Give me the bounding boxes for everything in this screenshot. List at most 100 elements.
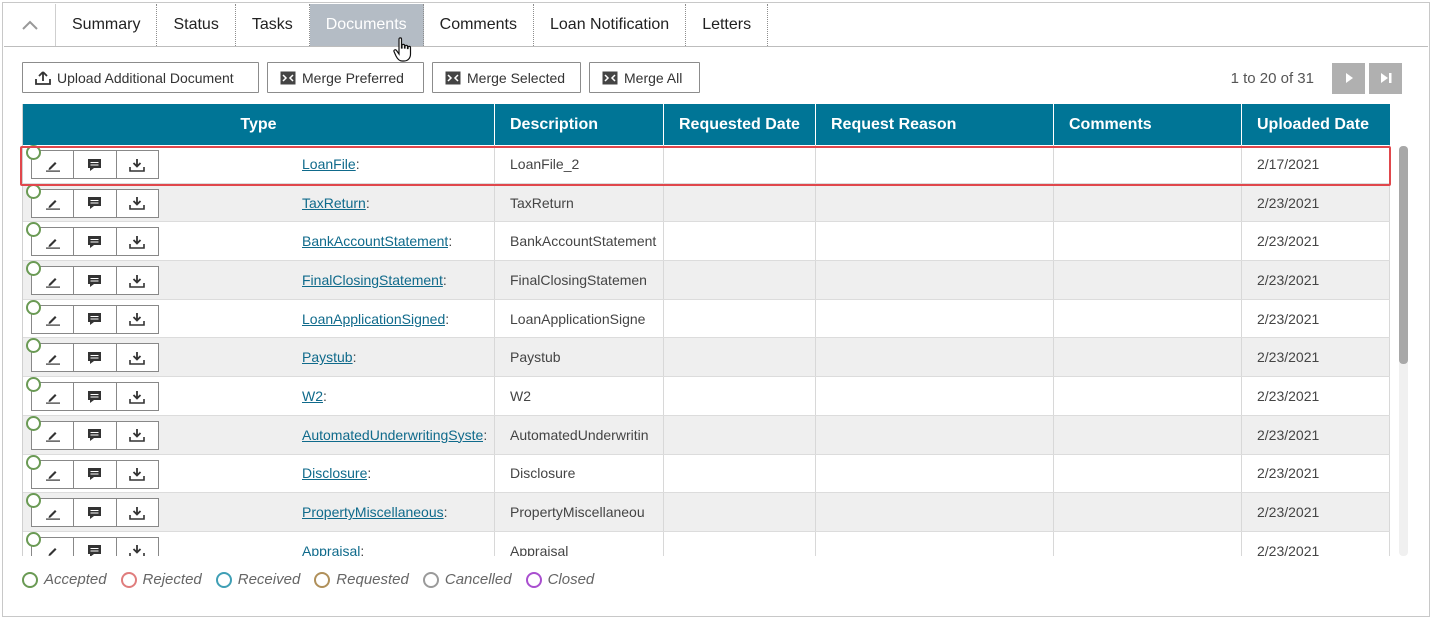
tab-status[interactable]: Status [157,4,236,46]
table-row[interactable]: AutomatedUnderwritingSyste: AutomatedUnde… [23,415,1390,455]
merge-preferred-button[interactable]: Merge Preferred [267,62,424,93]
row-action-group [31,536,159,556]
comment-button[interactable] [74,383,117,411]
request-reason-cell [816,183,1054,222]
upload-icon [35,70,51,85]
comment-button[interactable] [74,267,117,295]
next-page-button[interactable] [1332,62,1365,94]
document-type-link[interactable]: PropertyMiscellaneous [302,504,444,520]
download-button[interactable] [117,422,158,449]
comment-icon [74,428,115,442]
header-uploaded-date[interactable]: Uploaded Date [1242,104,1390,145]
merge-icon [280,71,296,85]
uploaded-date-cell: 2/23/2021 [1242,531,1390,556]
type-cell: LoanFile: [287,145,495,183]
table-row[interactable]: LoanApplicationSigned: LoanApplicationSig… [23,299,1390,339]
document-type-link[interactable]: Paystub [302,349,353,365]
request-reason-cell [816,377,1054,415]
download-button[interactable] [117,228,158,255]
comment-button[interactable] [74,151,117,178]
document-type-link[interactable]: FinalClosingStatement [302,272,443,288]
upload-document-button[interactable]: Upload Additional Document [22,62,259,93]
type-cell: W2: [287,377,495,415]
document-type-link[interactable]: LoanFile [302,156,356,172]
legend-item-rejected: Rejected [120,571,202,588]
header-type[interactable]: Type [23,104,495,145]
comment-button[interactable] [74,228,117,256]
download-button[interactable] [117,267,158,294]
header-request-reason[interactable]: Request Reason [816,104,1054,145]
comments-cell [1054,454,1242,493]
tab-comments[interactable]: Comments [424,4,534,46]
download-button[interactable] [117,383,158,410]
collapse-button[interactable] [4,4,56,46]
table-row[interactable]: FinalClosingStatement: FinalClosingStatem… [23,261,1390,300]
table-row[interactable]: BankAccountStatement: BankAccountStatemen… [23,222,1390,262]
table-row[interactable]: LoanFile: LoanFile_2 2/17/2021 [23,145,1390,184]
comment-button[interactable] [74,189,117,217]
comment-button[interactable] [74,537,117,556]
uploaded-date-cell: 2/23/2021 [1242,415,1390,454]
last-page-icon [1380,73,1391,83]
comment-button[interactable] [74,499,117,527]
download-button[interactable] [117,306,158,333]
table-row[interactable]: PropertyMiscellaneous: PropertyMiscellane… [23,493,1390,532]
table-row[interactable]: TaxReturn: TaxReturn 2/23/2021 [23,183,1390,223]
status-accepted-icon [26,415,41,431]
document-type-link[interactable]: TaxReturn [302,195,366,211]
download-button[interactable] [117,538,158,556]
uploaded-date-cell: 2/23/2021 [1242,299,1390,338]
header-description[interactable]: Description [495,104,664,145]
merge-all-button[interactable]: Merge All [589,62,700,93]
uploaded-date-cell: 2/17/2021 [1242,145,1390,183]
header-requested-date[interactable]: Requested Date [664,104,816,145]
comment-button[interactable] [74,460,117,488]
tab-letters[interactable]: Letters [686,4,769,46]
row-action-group [31,498,159,528]
last-page-button[interactable] [1369,62,1402,94]
comment-button[interactable] [74,305,117,333]
download-button[interactable] [117,499,158,526]
merge-icon [602,71,618,85]
document-type-link[interactable]: Appraisal [302,543,360,556]
download-icon [117,390,158,404]
merge-selected-button[interactable]: Merge Selected [432,62,581,93]
download-button[interactable] [117,190,158,217]
status-accepted-icon [26,183,41,199]
table-header: Type Description Requested Date Request … [23,104,1390,145]
scrollbar-thumb[interactable] [1399,146,1408,364]
download-button[interactable] [117,151,158,178]
comment-icon [74,158,115,172]
document-type-link[interactable]: LoanApplicationSigned [302,311,445,327]
table-row[interactable]: Paystub: Paystub 2/23/2021 [23,338,1390,378]
edit-icon [32,312,73,326]
type-separator: : [442,271,447,288]
legend-item-received: Received [215,571,300,588]
document-type-link[interactable]: W2 [302,388,323,404]
tab-summary[interactable]: Summary [56,4,158,46]
download-icon [117,506,158,520]
row-action-group [31,304,159,334]
description-cell: FinalClosingStatemen [495,261,664,299]
legend-item-accepted: Accepted [22,571,107,588]
header-comments[interactable]: Comments [1054,104,1242,145]
table-row[interactable]: W2: W2 2/23/2021 [23,377,1390,416]
comment-button[interactable] [74,421,117,449]
legend-item-closed: Closed [525,571,595,588]
type-cell: BankAccountStatement: [287,222,495,261]
comment-button[interactable] [74,344,117,372]
table-row[interactable]: Disclosure: Disclosure 2/23/2021 [23,454,1390,494]
document-type-link[interactable]: Disclosure [302,465,367,481]
legend-label: Cancelled [444,571,512,588]
tab-tasks[interactable]: Tasks [236,4,310,46]
legend-label: Closed [547,571,595,588]
download-button[interactable] [117,461,158,488]
tab-loan-notification[interactable]: Loan Notification [534,4,687,46]
download-button[interactable] [117,344,158,371]
row-actions-cell [23,299,287,338]
comments-cell [1054,145,1242,183]
document-type-link[interactable]: AutomatedUnderwritingSyste [302,427,483,443]
description-cell: Appraisal [495,531,664,556]
document-type-link[interactable]: BankAccountStatement [302,233,448,249]
table-row[interactable]: Appraisal: Appraisal 2/23/2021 [23,531,1390,556]
